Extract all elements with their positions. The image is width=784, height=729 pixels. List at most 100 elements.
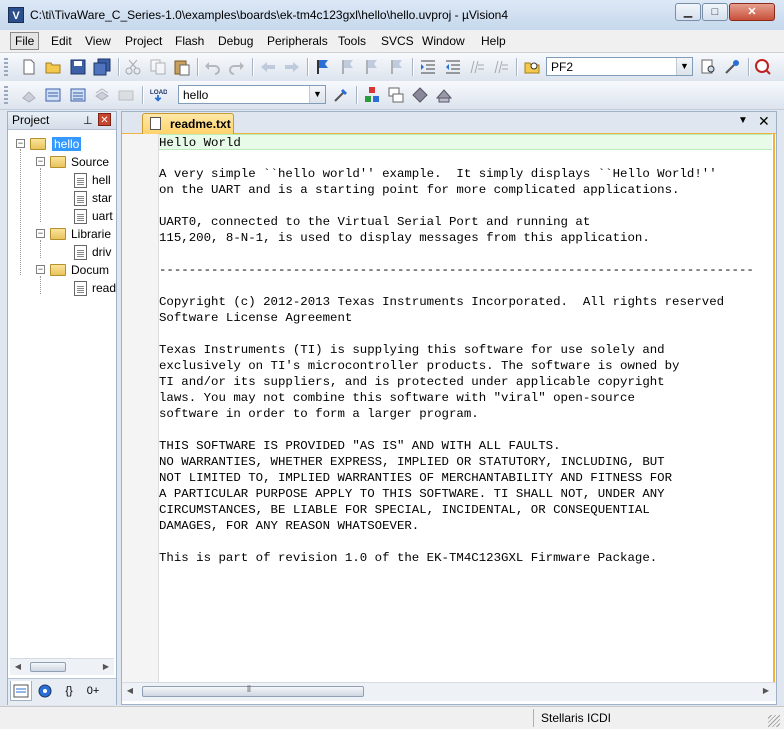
scroll-left-icon[interactable]: ◀ [10, 659, 26, 675]
code-line[interactable]: A PARTICULAR PURPOSE APPLY TO THIS SOFTW… [159, 486, 772, 502]
tree-node-root[interactable]: − hello [14, 136, 114, 154]
bookmark-icon[interactable] [314, 58, 332, 76]
code-line[interactable]: 115,200, 8-N-1, is used to display messa… [159, 230, 772, 246]
code-line[interactable]: TI and/or its suppliers, and is protecte… [159, 374, 772, 390]
minimize-button[interactable]: ▁ [675, 3, 701, 21]
translate-icon[interactable] [20, 86, 38, 104]
tab-templates[interactable]: 0+ [82, 681, 104, 701]
find-icon[interactable] [699, 58, 717, 76]
file-extensions-icon[interactable] [387, 86, 405, 104]
uvision-app-icon[interactable]: V [8, 7, 24, 23]
menu-tools[interactable]: Tools [334, 33, 370, 49]
code-line[interactable]: laws. You may not combine this software … [159, 390, 772, 406]
chevron-down-icon[interactable]: ▼ [676, 58, 692, 75]
paste-icon[interactable] [173, 58, 191, 76]
scroll-right-icon[interactable]: ▶ [758, 683, 774, 699]
scroll-right-icon[interactable]: ▶ [98, 659, 114, 675]
tree-file[interactable]: read [52, 280, 116, 298]
code-line[interactable] [159, 278, 772, 294]
pin-icon[interactable]: ⊥ [83, 114, 93, 127]
code-line[interactable]: on the UART and is a starting point for … [159, 182, 772, 198]
tree-group-libraries[interactable]: − Librarie [32, 226, 116, 244]
config-wizard-icon[interactable] [435, 86, 453, 104]
collapse-icon[interactable]: − [36, 229, 45, 238]
books-window-icon[interactable] [411, 86, 429, 104]
tree-file[interactable]: driv [52, 244, 116, 262]
code-line[interactable]: exclusively on TI's microcontroller prod… [159, 358, 772, 374]
chevron-down-icon[interactable]: ▼ [309, 86, 325, 103]
toolbar-grip[interactable] [4, 86, 8, 104]
tab-project[interactable] [10, 681, 32, 701]
resize-grip[interactable] [768, 715, 780, 727]
editor-horizontal-scrollbar[interactable]: ◀ ▶ [122, 682, 776, 701]
tab-readme[interactable]: readme.txt [142, 113, 234, 134]
tree-group-documentation[interactable]: − Docum [32, 262, 116, 280]
code-line[interactable]: A very simple ``hello world'' example. I… [159, 166, 772, 182]
code-line[interactable]: NOT LIMITED TO, IMPLIED WARRANTIES OF ME… [159, 470, 772, 486]
cut-icon[interactable] [124, 58, 142, 76]
bookmark-prev-icon[interactable] [339, 58, 357, 76]
menu-flash[interactable]: Flash [171, 33, 208, 49]
tree-file[interactable]: star [52, 190, 116, 208]
manage-components-icon[interactable] [363, 86, 381, 104]
code-line[interactable] [159, 198, 772, 214]
uncomment-icon[interactable] [492, 58, 510, 76]
copy-icon[interactable] [149, 58, 167, 76]
redo-icon[interactable] [228, 58, 246, 76]
bookmark-clear-icon[interactable] [388, 58, 406, 76]
menu-svcs[interactable]: SVCS [377, 33, 418, 49]
code-line[interactable]: software in order to form a larger progr… [159, 406, 772, 422]
open-file-icon[interactable] [44, 58, 62, 76]
code-line[interactable]: This is part of revision 1.0 of the EK-T… [159, 550, 772, 566]
code-editor[interactable]: Hello World A very simple ``hello world''… [159, 134, 772, 682]
navigate-forward-icon[interactable] [283, 58, 301, 76]
menu-window[interactable]: Window [418, 33, 469, 49]
code-line[interactable]: Software License Agreement [159, 310, 772, 326]
tree-group-source[interactable]: − Source [32, 154, 116, 172]
unindent-icon[interactable] [444, 58, 462, 76]
find-in-files-icon[interactable] [523, 58, 541, 76]
tree-file[interactable]: uart [52, 208, 116, 226]
menu-help[interactable]: Help [477, 33, 510, 49]
tree-file[interactable]: hell [52, 172, 116, 190]
close-tab-icon[interactable]: ✕ [758, 113, 770, 130]
line-gutter[interactable] [122, 134, 159, 682]
target-select[interactable]: hello ▼ [178, 85, 326, 104]
tab-functions[interactable]: {} [58, 681, 80, 701]
menu-view[interactable]: View [81, 33, 115, 49]
code-line[interactable]: THIS SOFTWARE IS PROVIDED "AS IS" AND WI… [159, 438, 772, 454]
scrollbar-thumb[interactable] [30, 662, 66, 672]
undo-icon[interactable] [203, 58, 221, 76]
code-line[interactable]: DAMAGES, FOR ANY REASON WHATSOEVER. [159, 518, 772, 534]
code-line[interactable]: Copyright (c) 2012-2013 Texas Instrument… [159, 294, 772, 310]
menu-project[interactable]: Project [121, 33, 166, 49]
indent-icon[interactable] [419, 58, 437, 76]
code-line[interactable]: UART0, connected to the Virtual Serial P… [159, 214, 772, 230]
rebuild-icon[interactable] [69, 86, 87, 104]
code-line[interactable]: CIRCUMSTANCES, BE LIABLE FOR SPECIAL, IN… [159, 502, 772, 518]
code-line[interactable] [159, 246, 772, 262]
collapse-icon[interactable]: − [16, 139, 25, 148]
target-options-icon[interactable] [332, 86, 350, 104]
scroll-left-icon[interactable]: ◀ [122, 683, 138, 699]
close-window-button[interactable]: ✕ [729, 3, 775, 21]
code-line[interactable]: ----------------------------------------… [159, 262, 772, 278]
navigate-back-icon[interactable] [259, 58, 277, 76]
build-icon[interactable] [44, 86, 62, 104]
code-line[interactable]: Texas Instruments (TI) is supplying this… [159, 342, 772, 358]
save-icon[interactable] [69, 58, 87, 76]
code-line[interactable] [159, 150, 772, 166]
collapse-icon[interactable]: − [36, 265, 45, 274]
comment-icon[interactable] [468, 58, 486, 76]
menu-peripherals[interactable]: Peripherals [263, 33, 332, 49]
batch-build-icon[interactable] [93, 86, 111, 104]
save-all-icon[interactable] [93, 58, 111, 76]
project-horizontal-scrollbar[interactable]: ◀ ▶ [10, 658, 114, 675]
menu-file[interactable]: File [10, 32, 40, 50]
maximize-button[interactable]: □ [702, 3, 728, 21]
bookmark-next-icon[interactable] [363, 58, 381, 76]
toolbar-grip[interactable] [4, 58, 8, 76]
tab-dropdown-icon[interactable]: ▼ [738, 115, 748, 126]
code-line[interactable]: Hello World [159, 134, 772, 150]
tab-books[interactable] [34, 681, 56, 701]
